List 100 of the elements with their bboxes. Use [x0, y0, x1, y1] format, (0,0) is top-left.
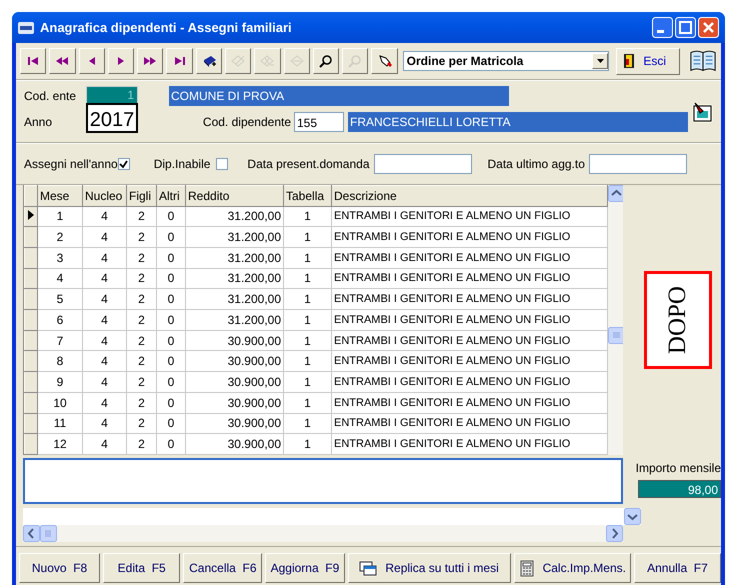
- table-cell: 30.900,00: [186, 330, 284, 351]
- checkbox[interactable]: [216, 158, 228, 170]
- checkbox-label: Assegni nell'anno: [24, 157, 118, 171]
- close-icon[interactable]: [698, 17, 719, 38]
- column-header[interactable]: Tabella: [284, 186, 332, 206]
- table-cell: 31.200,00: [186, 226, 284, 248]
- toolbar-button[interactable]: [49, 48, 76, 74]
- toolbar-button[interactable]: [137, 48, 164, 74]
- maximize-icon[interactable]: [675, 17, 696, 38]
- row-pointer-icon: [28, 210, 34, 220]
- action-button[interactable]: Edita F5: [103, 553, 180, 583]
- table-cell: ENTRAMBI I GENITORI E ALMENO UN FIGLIO: [332, 226, 608, 248]
- table-cell: 4: [82, 247, 126, 268]
- table-cell: 4: [82, 372, 126, 392]
- table-cell: 2: [126, 310, 156, 330]
- column-header[interactable]: Nucleo: [82, 186, 126, 206]
- table-cell: 4: [82, 330, 126, 351]
- scroll-down-icon[interactable]: [624, 508, 641, 525]
- table-cell: 31.200,00: [186, 268, 284, 289]
- windows-icon: [359, 560, 378, 576]
- stamp-text: DOPO: [664, 286, 692, 354]
- column-header[interactable]: Altri: [156, 186, 186, 206]
- scroll-up-icon[interactable]: [608, 185, 623, 202]
- table-cell: 2: [126, 350, 156, 372]
- table-cell: 0: [156, 350, 186, 372]
- table-cell: 1: [284, 350, 332, 372]
- scroll-thumb[interactable]: [40, 525, 57, 542]
- minimize-icon[interactable]: [652, 17, 673, 38]
- toolbar-button[interactable]: [371, 48, 398, 74]
- action-button[interactable]: Aggiorna F9: [265, 553, 345, 583]
- date-field[interactable]: [374, 154, 472, 174]
- field-label: Data ultimo agg.to: [488, 157, 585, 171]
- table-cell: 2: [126, 434, 156, 454]
- table-cell: 0: [156, 372, 186, 392]
- entity-name-field: COMUNE DI PROVA: [169, 86, 509, 106]
- table-cell: 4: [82, 226, 126, 248]
- column-header[interactable]: Reddito: [186, 186, 284, 206]
- table-cell: 2: [126, 413, 156, 434]
- table-cell: ENTRAMBI I GENITORI E ALMENO UN FIGLIO: [332, 288, 608, 310]
- field-label: Cod. ente: [24, 89, 78, 103]
- table-cell: ENTRAMBI I GENITORI E ALMENO UN FIGLIO: [332, 247, 608, 268]
- toolbar-button[interactable]: [312, 48, 340, 74]
- table-cell: 1: [38, 206, 82, 227]
- table-cell: 31.200,00: [186, 206, 284, 227]
- fast-forward-icon: [143, 54, 158, 68]
- checkbox[interactable]: [118, 158, 130, 170]
- toolbar-button[interactable]: [196, 48, 222, 74]
- action-button[interactable]: Annulla F7: [634, 553, 721, 583]
- table-cell: 30.900,00: [186, 392, 284, 414]
- table-cell: 30.900,00: [186, 350, 284, 372]
- table-cell: 4: [82, 206, 126, 227]
- table-cell: 0: [156, 206, 186, 227]
- date-field[interactable]: [588, 154, 687, 174]
- amount-field: 98,00: [638, 480, 721, 498]
- column-header[interactable]: Descrizione: [332, 186, 608, 206]
- column-header[interactable]: Mese: [38, 186, 82, 206]
- table-cell: 1: [284, 226, 332, 248]
- table-cell: 5: [38, 288, 82, 310]
- table-cell: ENTRAMBI I GENITORI E ALMENO UN FIGLIO: [332, 372, 608, 392]
- toolbar-button[interactable]: [166, 48, 193, 74]
- search-icon: [318, 54, 333, 68]
- window-title: Anagrafica dipendenti - Assegni familiari: [40, 20, 293, 35]
- table-cell: 7: [38, 330, 82, 351]
- sort-dropdown[interactable]: Ordine per Matricola: [402, 51, 610, 71]
- table-cell: 11: [38, 413, 82, 434]
- field-label: Cod. dipendente: [202, 115, 291, 129]
- checkbox-label: Dip.Inabile: [154, 157, 210, 171]
- action-button[interactable]: Calc.Imp.Mens.: [514, 553, 631, 583]
- calculator-icon: [518, 560, 535, 576]
- exit-button[interactable]: Esci: [616, 48, 680, 74]
- notes-field[interactable]: [23, 458, 623, 504]
- scroll-right-icon[interactable]: [606, 525, 623, 542]
- table-cell: 1: [284, 413, 332, 434]
- table-cell: ENTRAMBI I GENITORI E ALMENO UN FIGLIO: [332, 434, 608, 454]
- year-field[interactable]: 2017: [86, 103, 138, 133]
- toolbar-button[interactable]: [20, 48, 46, 74]
- table-cell: 4: [82, 268, 126, 289]
- employee-code-field[interactable]: 155: [294, 112, 344, 132]
- table-cell: ENTRAMBI I GENITORI E ALMENO UN FIGLIO: [332, 350, 608, 372]
- table-cell: ENTRAMBI I GENITORI E ALMENO UN FIGLIO: [332, 330, 608, 351]
- scroll-thumb[interactable]: [608, 327, 623, 344]
- toolbar-button[interactable]: [108, 48, 134, 74]
- action-button[interactable]: Replica su tutti i mesi: [348, 553, 511, 583]
- table-cell: 0: [156, 247, 186, 268]
- scroll-left-icon[interactable]: [23, 525, 40, 542]
- table-cell: 0: [156, 392, 186, 414]
- table-cell: ENTRAMBI I GENITORI E ALMENO UN FIGLIO: [332, 413, 608, 434]
- table-cell: 2: [126, 268, 156, 289]
- table-cell: 1: [284, 288, 332, 310]
- table-cell: 1: [284, 310, 332, 330]
- table-cell: 1: [284, 330, 332, 351]
- row-selector[interactable]: [24, 206, 38, 227]
- action-button[interactable]: Cancella F6: [183, 553, 262, 583]
- table-cell: ENTRAMBI I GENITORI E ALMENO UN FIGLIO: [332, 268, 608, 289]
- table-cell: 2: [126, 226, 156, 248]
- table-cell: 30.900,00: [186, 413, 284, 434]
- toolbar-button[interactable]: [78, 48, 105, 74]
- column-header[interactable]: Figli: [126, 186, 156, 206]
- table-cell: 4: [82, 350, 126, 372]
- action-button[interactable]: Nuovo F8: [19, 553, 100, 583]
